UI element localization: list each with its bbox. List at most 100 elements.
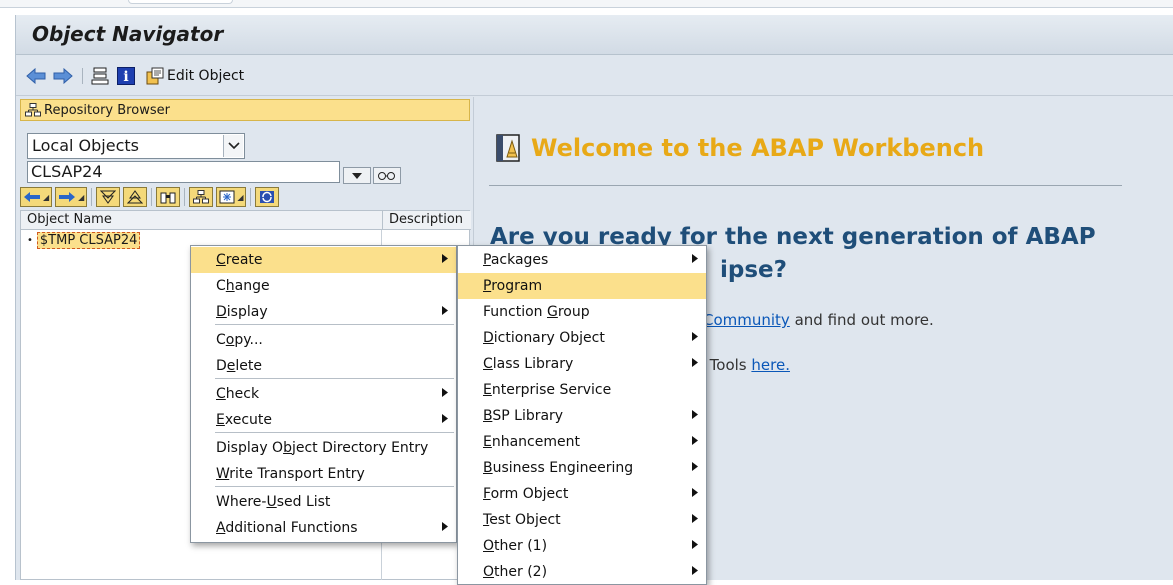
context-menu: Create Change Display Copy... Delete Check Exe… <box>190 245 457 543</box>
toolbar-separator <box>91 188 93 206</box>
create-submenu-item-packages[interactable]: Packages <box>458 247 706 273</box>
context-menu-item-copy[interactable]: Copy... <box>191 327 456 353</box>
column-object-name[interactable]: Object Name <box>27 212 112 227</box>
submenu-arrow-icon <box>692 254 698 266</box>
community-text: and find out more. <box>794 311 934 329</box>
create-submenu-item-other-1[interactable]: Other (1) <box>458 533 706 559</box>
submenu-arrow-icon <box>692 566 698 578</box>
title-bar: Object Navigator <box>16 15 1173 55</box>
tree-structure-icon <box>25 103 41 117</box>
welcome-header: Welcome to the ABAP Workbench <box>495 133 984 163</box>
context-menu-item-where-used-list[interactable]: Where-Used List <box>191 489 456 515</box>
create-submenu-item-program[interactable]: Program <box>458 273 706 299</box>
object-name-input[interactable]: CLSAP24 <box>27 161 340 183</box>
create-submenu-item-dictionary-object[interactable]: Dictionary Object <box>458 325 706 351</box>
expand-subtree-button[interactable] <box>96 187 121 207</box>
menu-item-label: Function Group <box>483 304 590 320</box>
repository-browser-header[interactable]: Repository Browser <box>20 99 470 121</box>
create-submenu-item-enterprise-service[interactable]: Enterprise Service <box>458 377 706 403</box>
toolbar-separator <box>82 68 83 84</box>
hierarchy-button[interactable] <box>189 187 214 207</box>
forward-arrow-icon[interactable] <box>53 65 73 87</box>
hierarchy-icon[interactable] <box>91 65 109 87</box>
tree-node-row[interactable]: • $TMP CLSAP24 <box>27 232 141 249</box>
create-submenu-item-bsp-library[interactable]: BSP Library <box>458 403 706 429</box>
submenu-arrow-icon <box>692 540 698 552</box>
collapse-subtree-button[interactable] <box>123 187 148 207</box>
svg-text:i: i <box>123 69 128 85</box>
abap-workbench-icon <box>496 134 520 162</box>
welcome-title: Welcome to the ABAP Workbench <box>531 134 985 162</box>
menu-item-label: Enhancement <box>483 434 580 450</box>
menu-item-label: Display <box>216 304 268 320</box>
menu-item-label: Business Engineering <box>483 460 634 476</box>
input-dropdown-button[interactable] <box>343 167 371 184</box>
tree-toolbar: ◢ ◢ ◢ <box>20 186 280 208</box>
tree-forward-button[interactable]: ◢ <box>55 187 88 207</box>
toolbar-separator <box>250 188 252 206</box>
chevron-down-icon[interactable] <box>223 135 243 157</box>
create-submenu-item-function-group[interactable]: Function Group <box>458 299 706 325</box>
menu-item-label: Display Object Directory Entry <box>216 440 429 456</box>
menu-item-label: Program <box>483 278 543 294</box>
select-icon <box>219 190 235 204</box>
submenu-arrow-icon <box>692 358 698 370</box>
context-menu-item-change[interactable]: Change <box>191 273 456 299</box>
binoculars-button[interactable] <box>156 187 181 207</box>
binoculars-icon <box>160 192 176 204</box>
display-glasses-button[interactable] <box>373 167 401 184</box>
collapse-icon <box>127 190 144 204</box>
menu-item-label: Test Object <box>483 512 561 528</box>
menu-item-label: Form Object <box>483 486 569 502</box>
object-list-dropdown[interactable]: Local Objects <box>27 133 245 159</box>
info-icon[interactable]: i <box>117 65 135 87</box>
context-menu-item-create[interactable]: Create <box>191 247 456 273</box>
menu-item-label: BSP Library <box>483 408 564 424</box>
submenu-arrow-icon <box>442 388 448 400</box>
tree-back-button[interactable]: ◢ <box>20 187 53 207</box>
submenu-arrow-icon <box>692 410 698 422</box>
toolbar-separator <box>151 188 153 206</box>
browser-tab-strip <box>0 0 1173 8</box>
column-description[interactable]: Description <box>382 211 469 230</box>
edit-object-button[interactable]: Edit Object <box>146 65 244 87</box>
context-menu-item-display[interactable]: Display <box>191 299 456 325</box>
menu-item-label: Execute <box>216 412 272 428</box>
menu-item-label: Write Transport Entry <box>216 466 365 482</box>
context-menu-item-display-object-directory-entry[interactable]: Display Object Directory Entry <box>191 435 456 461</box>
community-link[interactable]: Community <box>703 311 790 329</box>
create-submenu-item-test-object[interactable]: Test Object <box>458 507 706 533</box>
tree-node-label[interactable]: $TMP CLSAP24 <box>36 232 141 249</box>
create-submenu-item-other-2[interactable]: Other (2) <box>458 559 706 585</box>
menu-item-label: Enterprise Service <box>483 382 612 398</box>
submenu-arrow-icon <box>692 514 698 526</box>
menu-separator <box>215 432 454 433</box>
tools-paragraph: t Tools here. <box>699 356 790 374</box>
context-menu-item-write-transport-entry[interactable]: Write Transport Entry <box>191 461 456 487</box>
menu-item-label: Check <box>216 386 260 402</box>
browser-tab[interactable] <box>128 0 233 4</box>
menu-item-label: Copy... <box>216 332 263 348</box>
menu-item-label: Delete <box>216 358 263 374</box>
repository-browser-title: Repository Browser <box>44 102 170 118</box>
refresh-button[interactable] <box>255 187 280 207</box>
menu-item-label: Other (1) <box>483 538 548 554</box>
tools-here-link[interactable]: here. <box>751 356 790 374</box>
back-arrow-icon[interactable] <box>26 65 46 87</box>
select-button[interactable]: ◢ <box>216 187 247 207</box>
create-submenu-item-form-object[interactable]: Form Object <box>458 481 706 507</box>
context-menu-item-execute[interactable]: Execute <box>191 407 456 433</box>
submenu-arrow-icon <box>442 522 448 534</box>
menu-item-label: Change <box>216 278 270 294</box>
create-submenu-item-enhancement[interactable]: Enhancement <box>458 429 706 455</box>
create-submenu-item-class-library[interactable]: Class Library <box>458 351 706 377</box>
context-menu-item-check[interactable]: Check <box>191 381 456 407</box>
context-menu-item-additional-functions[interactable]: Additional Functions <box>191 515 456 541</box>
expand-icon <box>100 190 117 204</box>
menu-separator <box>215 486 454 487</box>
context-menu-item-delete[interactable]: Delete <box>191 353 456 379</box>
divider <box>489 185 1122 186</box>
create-submenu-item-business-engineering[interactable]: Business Engineering <box>458 455 706 481</box>
menu-item-label: Packages <box>483 252 549 268</box>
bullet-icon: • <box>27 235 33 246</box>
